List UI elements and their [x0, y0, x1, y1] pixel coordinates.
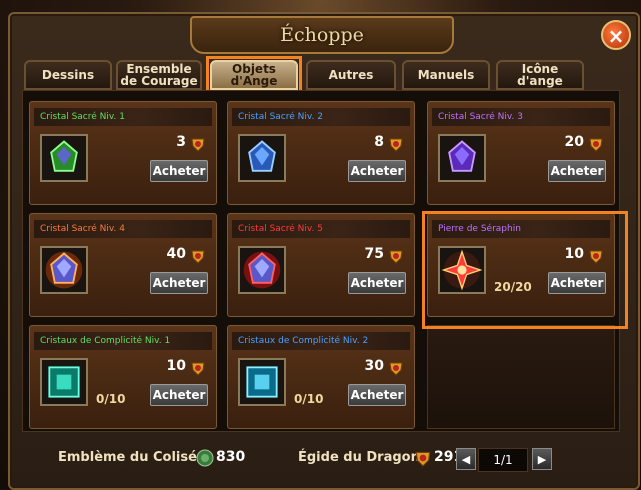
- item-price: 40: [166, 246, 186, 262]
- purple-crystal-icon[interactable]: [438, 134, 486, 182]
- buy-button[interactable]: Acheter: [150, 272, 208, 294]
- prev-page-button[interactable]: ◀: [456, 448, 476, 470]
- blue-crystal-icon[interactable]: [238, 134, 286, 182]
- close-icon: ×: [607, 24, 625, 48]
- buy-button[interactable]: Acheter: [150, 384, 208, 406]
- buy-button[interactable]: Acheter: [548, 160, 606, 182]
- buy-button[interactable]: Acheter: [348, 272, 406, 294]
- item-price: 3: [176, 134, 186, 150]
- emblem-label: Emblème du Colisée: [58, 450, 206, 465]
- egide-coin-icon: [589, 138, 603, 152]
- emblem-value: 830: [216, 449, 246, 465]
- item-name: Cristal Sacré Niv. 3: [432, 108, 610, 126]
- tab-ensemble-de-courage[interactable]: Ensemble de Courage: [116, 60, 202, 90]
- item-name: Cristal Sacré Niv. 1: [34, 108, 212, 126]
- cyan-square-gem-icon[interactable]: [238, 358, 286, 406]
- egide-coin-icon: [191, 362, 205, 376]
- egide-coin-icon: [389, 250, 403, 264]
- tab-dessins[interactable]: Dessins: [24, 60, 112, 90]
- empty-item-slot: [427, 325, 615, 429]
- arrow-right-icon: ▶: [537, 453, 547, 466]
- orange-crystal-icon[interactable]: [40, 246, 88, 294]
- active-tab-highlight: [206, 56, 302, 94]
- red-crystal-icon[interactable]: [238, 246, 286, 294]
- egide-label: Égide du Dragon: [298, 450, 420, 465]
- item-price: 30: [364, 358, 384, 374]
- item-price: 10: [166, 358, 186, 374]
- buy-button[interactable]: Acheter: [150, 160, 208, 182]
- title-plate: Échoppe: [190, 16, 454, 54]
- item-price: 75: [364, 246, 384, 262]
- item-name: Cristal Sacré Niv. 4: [34, 220, 212, 238]
- tab-manuels[interactable]: Manuels: [402, 60, 490, 90]
- egide-coin-icon: [389, 362, 403, 376]
- item-card: Cristal Sacré Niv. 4 40 Acheter: [29, 213, 217, 317]
- item-card: Cristal Sacré Niv. 3 20 Acheter: [427, 101, 615, 205]
- item-price: 8: [374, 134, 384, 150]
- purchase-limit: 0/10: [294, 392, 324, 406]
- item-price: 20: [564, 134, 584, 150]
- tab-autres[interactable]: Autres: [306, 60, 396, 90]
- item-name: Cristaux de Complicité Niv. 1: [34, 332, 212, 350]
- egide-coin-icon: [191, 138, 205, 152]
- arrow-left-icon: ◀: [461, 453, 471, 466]
- emblem-colisee-icon: [196, 449, 214, 467]
- teal-square-gem-icon[interactable]: [40, 358, 88, 406]
- item-card: Cristaux de Complicité Niv. 2 30 0/10 Ac…: [227, 325, 415, 429]
- item-name: Cristaux de Complicité Niv. 2: [232, 332, 410, 350]
- item-highlight-box: [422, 211, 628, 329]
- title-bar: Échoppe ×: [0, 0, 641, 54]
- next-page-button[interactable]: ▶: [532, 448, 552, 470]
- item-name: Cristal Sacré Niv. 2: [232, 108, 410, 126]
- item-card: Cristal Sacré Niv. 5 75 Acheter: [227, 213, 415, 317]
- egide-coin-icon: [389, 138, 403, 152]
- purchase-limit: 0/10: [96, 392, 126, 406]
- egide-coin-icon: [191, 250, 205, 264]
- item-card: Cristal Sacré Niv. 2 8 Acheter: [227, 101, 415, 205]
- egide-coin-icon: [415, 451, 431, 467]
- item-card: Cristaux de Complicité Niv. 1 10 0/10 Ac…: [29, 325, 217, 429]
- tab-icone-d-ange[interactable]: Icône d'ange: [496, 60, 584, 90]
- buy-button[interactable]: Acheter: [348, 160, 406, 182]
- currency-footer: Emblème du Colisée 830 Égide du Dragon 2…: [0, 440, 641, 480]
- item-name: Cristal Sacré Niv. 5: [232, 220, 410, 238]
- window-title: Échoppe: [280, 24, 364, 46]
- page-indicator: 1/1: [478, 448, 528, 472]
- buy-button[interactable]: Acheter: [348, 384, 406, 406]
- green-crystal-icon[interactable]: [40, 134, 88, 182]
- item-card: Cristal Sacré Niv. 1 3 Acheter: [29, 101, 217, 205]
- close-button[interactable]: ×: [601, 20, 631, 50]
